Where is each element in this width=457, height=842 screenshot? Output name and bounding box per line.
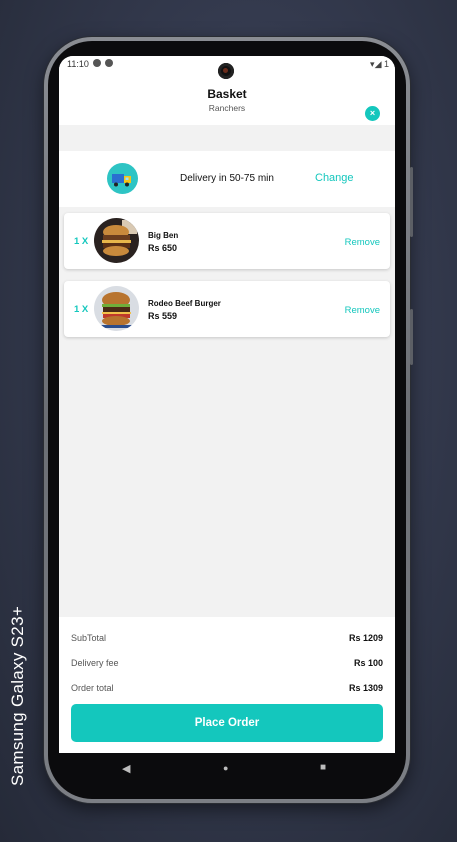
power-button — [410, 309, 413, 365]
notification-icon — [93, 59, 101, 67]
delivery-fee-label: Delivery fee — [71, 658, 119, 668]
basket-item: 1 X Big Ben Rs 650 Remove — [64, 213, 390, 269]
item-name: Rodeo Beef Burger — [148, 299, 221, 308]
recent-apps-icon[interactable]: ■ — [320, 762, 326, 773]
item-name: Big Ben — [148, 231, 179, 240]
restaurant-name: Ranchers — [208, 103, 246, 113]
remove-item-button[interactable]: Remove — [345, 237, 380, 248]
front-camera — [218, 63, 234, 79]
delivery-fee-value: Rs 100 — [353, 658, 383, 668]
remove-item-button[interactable]: Remove — [345, 305, 380, 316]
app-screen: 11:10 ▾◢ 1 Basket Ranchers × Delivery in… — [59, 56, 395, 753]
android-nav-bar: ◀ ● ■ — [59, 753, 395, 785]
basket-header: Basket Ranchers × — [59, 72, 395, 125]
close-button[interactable]: × — [365, 106, 380, 121]
status-time: 11:10 — [67, 59, 89, 69]
signal-battery-indicator: ▾◢ 1 — [370, 59, 389, 69]
item-price: Rs 559 — [148, 311, 178, 321]
delivery-truck-icon — [107, 163, 138, 194]
device-model-label: Samsung Galaxy S23+ — [8, 605, 27, 786]
page-title: Basket — [207, 87, 247, 101]
back-icon[interactable]: ◀ — [122, 762, 130, 775]
delivery-info-row: Delivery in 50-75 min Change — [59, 151, 395, 207]
item-price: Rs 650 — [148, 243, 178, 253]
delivery-time-text: Delivery in 50-75 min — [180, 173, 274, 184]
subtotal-label: SubTotal — [71, 633, 107, 643]
basket-item: 1 X Rodeo Beef Burger Rs 559 Remove — [64, 281, 390, 337]
order-total-value: Rs 1309 — [348, 683, 383, 693]
order-summary: SubTotal Rs 1209 Delivery fee Rs 100 Ord… — [59, 617, 395, 753]
order-total-label: Order total — [71, 683, 114, 693]
home-icon[interactable]: ● — [223, 763, 228, 773]
item-quantity: 1 X — [74, 236, 89, 247]
volume-button — [410, 167, 413, 237]
item-quantity: 1 X — [74, 304, 89, 315]
notification-icon — [105, 59, 113, 67]
subtotal-value: Rs 1209 — [348, 633, 383, 643]
change-delivery-button[interactable]: Change — [315, 172, 354, 184]
item-image — [94, 218, 139, 263]
place-order-button[interactable]: Place Order — [71, 704, 383, 742]
item-image — [94, 286, 139, 331]
